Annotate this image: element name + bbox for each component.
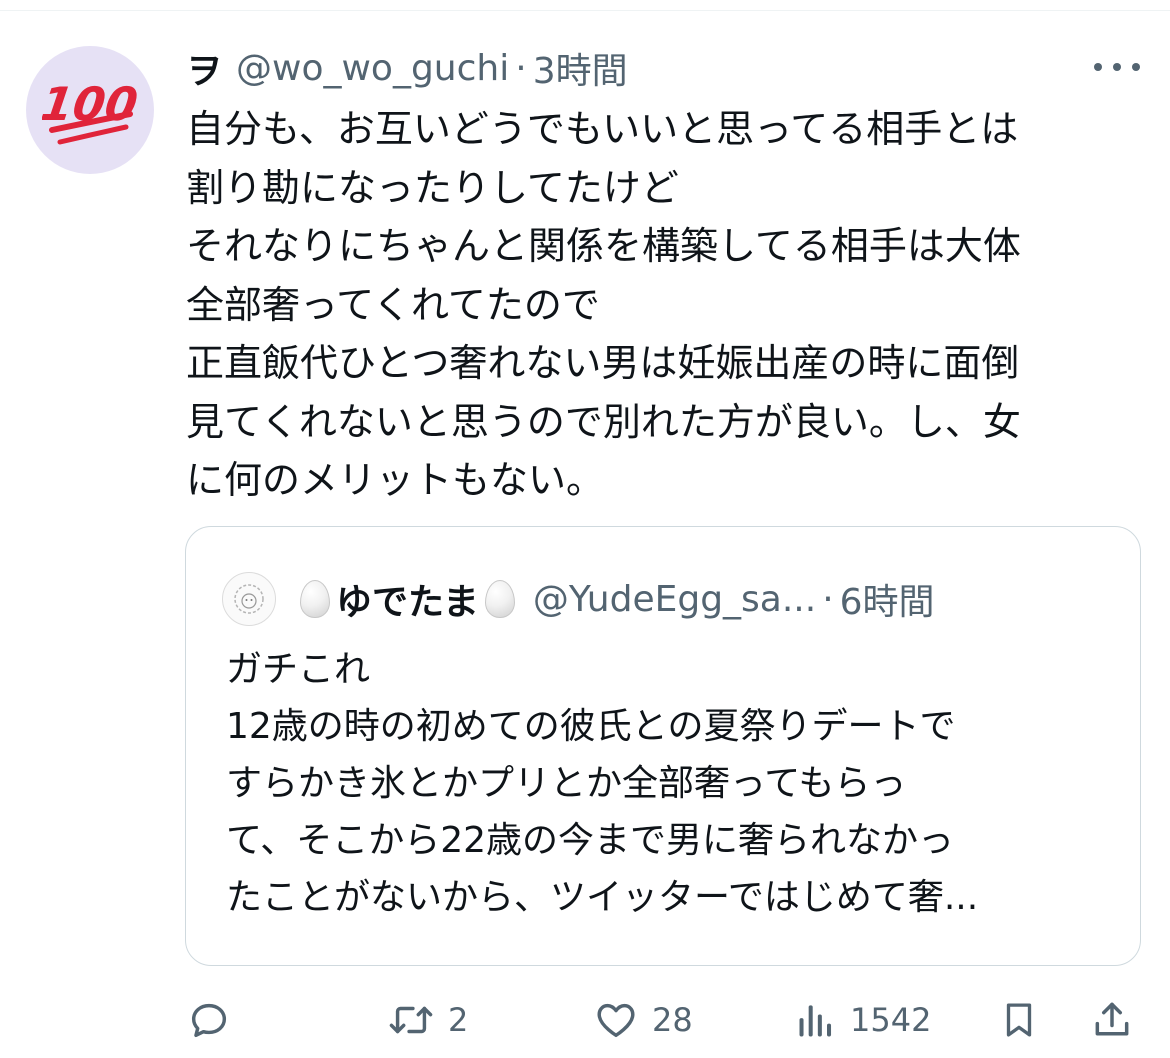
more-options-icon[interactable] — [1094, 52, 1140, 82]
share-button[interactable] — [1090, 990, 1134, 1050]
retweet-icon — [389, 1006, 433, 1034]
separator-dot: · — [822, 578, 834, 620]
dot — [1094, 63, 1102, 71]
retweet-button[interactable]: 2 — [386, 990, 468, 1050]
retweet-count: 2 — [448, 1001, 469, 1039]
tweet-text-line: に何のメリットもない。 — [186, 458, 605, 502]
quoted-tweet-header: ゆでたま @YudeEgg_sa... · 6時間 — [222, 571, 935, 627]
quoted-tweet-text: ガチこれ 12歳の時の初めての彼氏との夏祭りデートで すらかき氷とかプリとか全部… — [226, 641, 1106, 926]
bookmark-button[interactable] — [998, 990, 1040, 1050]
quoted-avatar[interactable] — [222, 572, 276, 626]
tweet-text-line: それなりにちゃんと関係を構築してる相手は大体 — [186, 224, 1021, 268]
hundred-points-icon: 100 — [42, 77, 138, 145]
tweet-text-line: 自分も、お互いどうでもいいと思ってる相手とは — [186, 107, 1019, 151]
separator-dot: · — [515, 47, 527, 89]
quoted-tweet-card[interactable]: ゆでたま @YudeEgg_sa... · 6時間 ガチこれ 12歳の時の初めて… — [185, 526, 1141, 966]
action-bar: 2 28 1542 — [186, 990, 1146, 1050]
like-button[interactable]: 28 — [592, 990, 693, 1050]
views-icon — [799, 1005, 832, 1037]
tweet-timestamp[interactable]: 3時間 — [533, 42, 628, 94]
tweet-header: ヲ @wo_wo_guchi · 3時間 — [186, 42, 628, 94]
tweet-text-line: 割り勘になったりしてたけど — [186, 165, 679, 210]
like-count: 28 — [652, 1001, 693, 1039]
avatar[interactable]: 100 — [26, 46, 154, 174]
quoted-author-name[interactable]: ゆでたま — [336, 573, 479, 625]
share-icon — [1095, 1002, 1129, 1036]
dot — [1132, 63, 1140, 71]
egg-icon — [300, 580, 330, 618]
author-handle[interactable]: @wo_wo_guchi — [236, 48, 509, 89]
tweet-text: 自分も、お互いどうでもいいと思ってる相手とは 割り勘になったりしてたけど それな… — [186, 100, 1136, 510]
quoted-text-line: て、そこから22歳の今まで男に奢られなかっ — [226, 820, 955, 861]
views-button[interactable]: 1542 — [794, 990, 931, 1050]
views-count: 1542 — [850, 1001, 932, 1039]
tweet-text-line: 全部奢ってくれてたので — [186, 282, 600, 327]
quoted-text-line: 12歳の時の初めての彼氏との夏祭りデートで — [226, 706, 956, 747]
bookmark-icon — [1006, 1003, 1032, 1037]
tweet-text-line: 見てくれないと思うので別れた方が良い。し、女 — [186, 399, 1021, 444]
divider-top — [0, 10, 1170, 11]
quoted-timestamp[interactable]: 6時間 — [840, 573, 935, 625]
sheep-icon — [234, 584, 264, 614]
heart-icon — [597, 1003, 635, 1038]
quoted-text-line: すらかき氷とかプリとか全部奢ってもらっ — [226, 763, 907, 804]
egg-icon — [484, 580, 515, 618]
author-name[interactable]: ヲ — [186, 42, 222, 94]
reply-icon — [191, 1003, 227, 1038]
reply-button[interactable] — [186, 990, 244, 1050]
quoted-author-handle[interactable]: @YudeEgg_sa... — [533, 579, 816, 620]
quoted-text-line: ガチこれ — [226, 649, 371, 690]
tweet-text-line: 正直飯代ひとつ奢れない男は妊娠出産の時に面倒 — [186, 341, 1020, 385]
quoted-text-line: たことがないから、ツイッターではじめて奢... — [226, 877, 979, 918]
dot — [1113, 63, 1121, 71]
